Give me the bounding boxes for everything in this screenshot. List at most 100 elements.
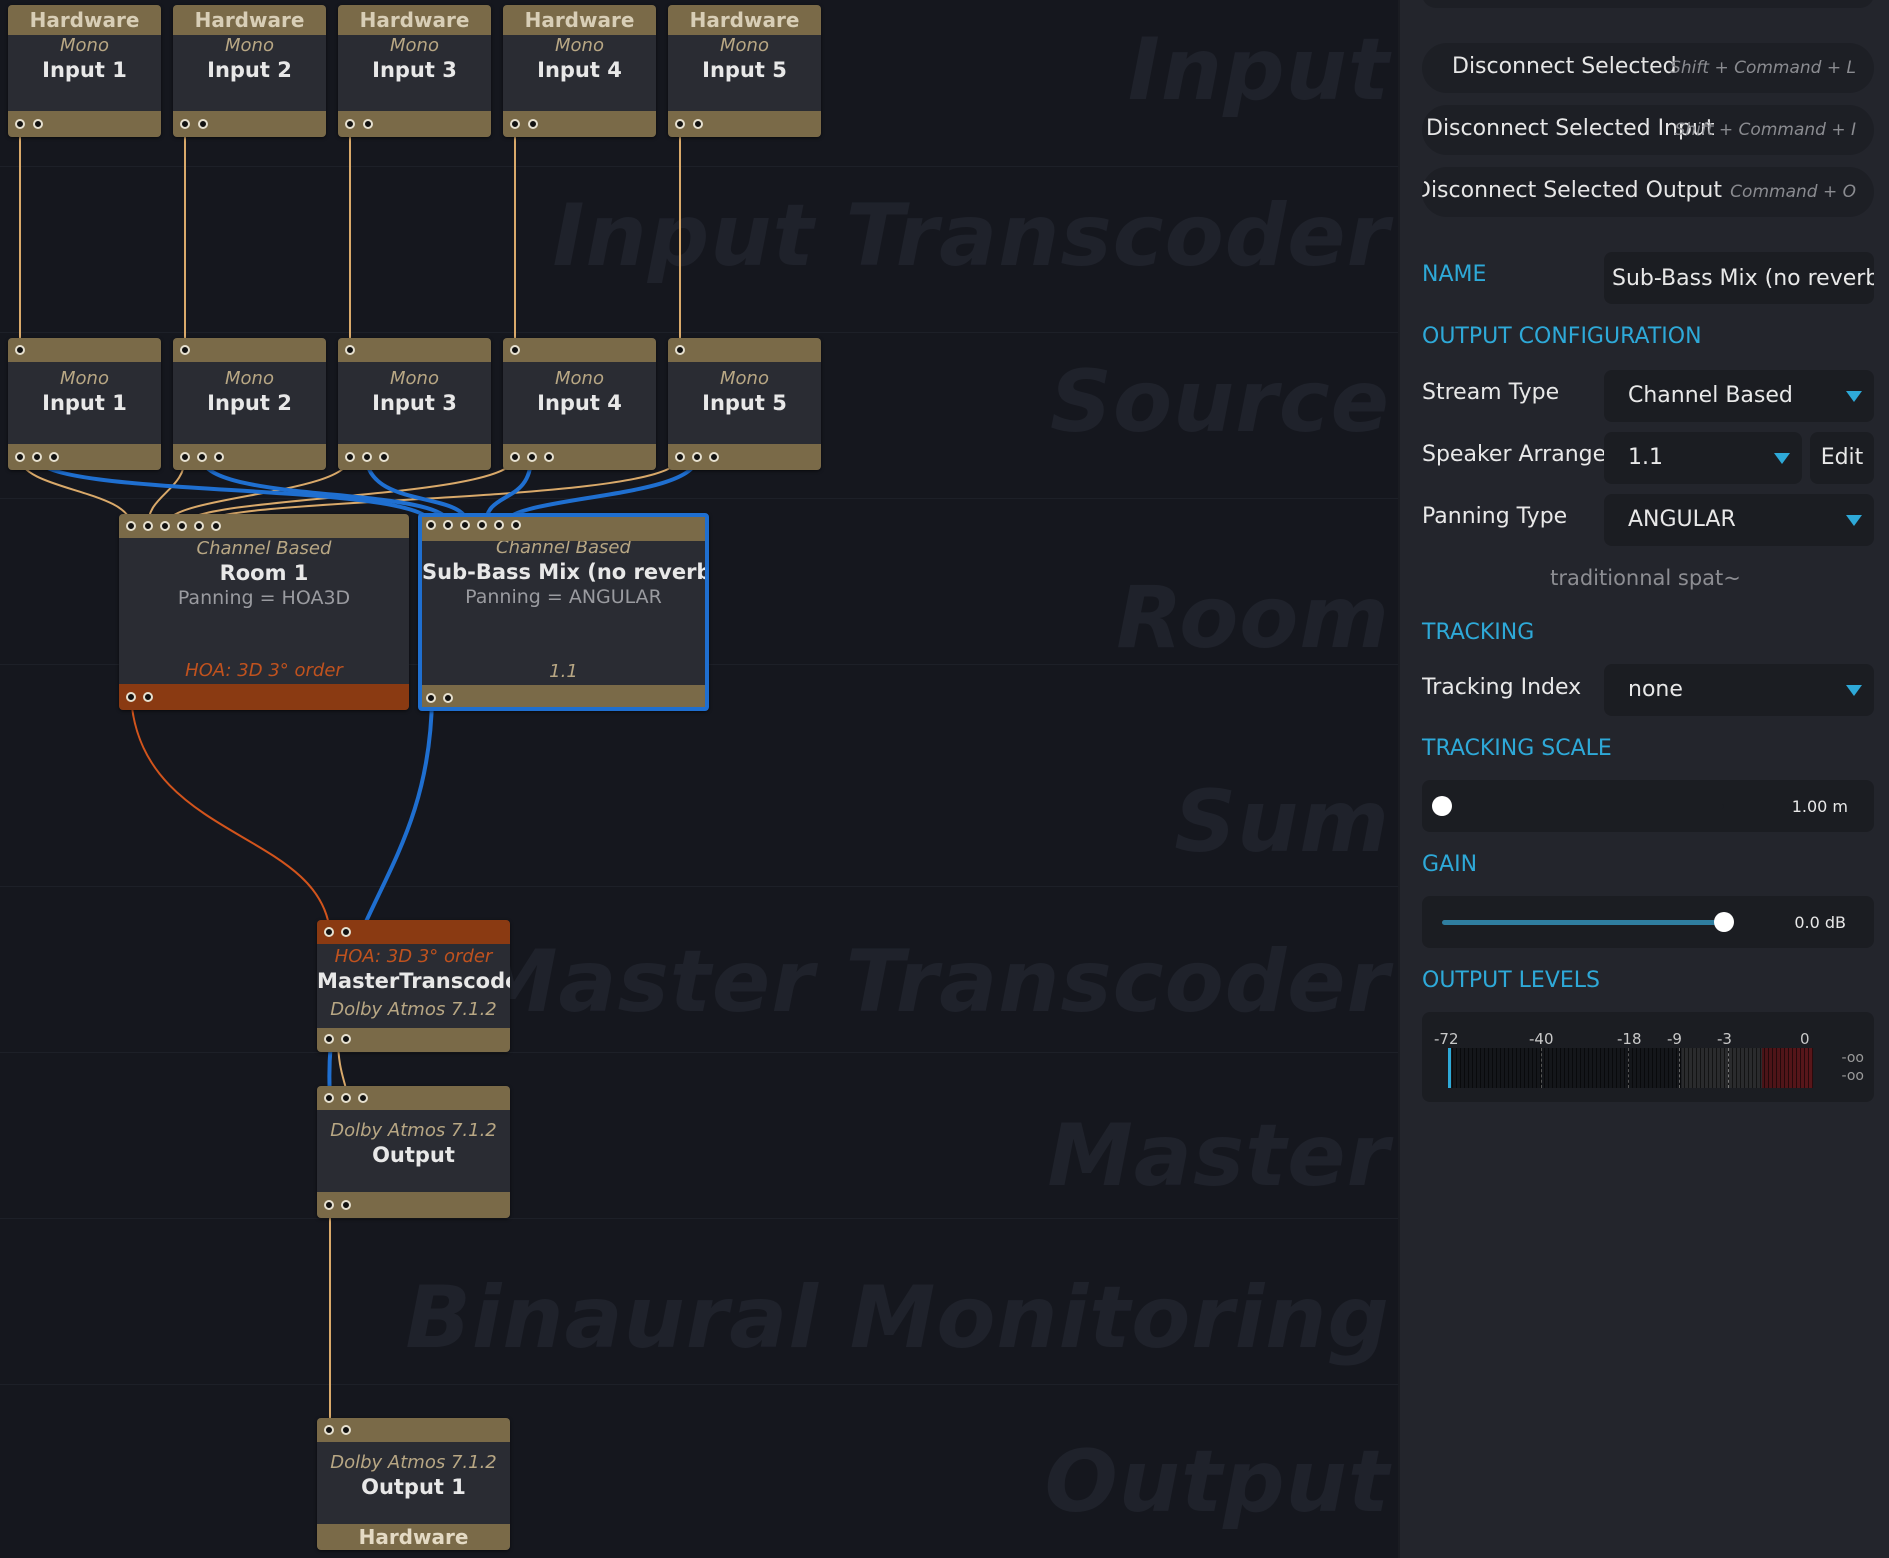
- hardware-input-node-4[interactable]: Hardware Mono Input 4: [503, 5, 656, 137]
- master-output-node[interactable]: Dolby Atmos 7.1.2 Output: [317, 1086, 510, 1218]
- slider-thumb[interactable]: [1432, 796, 1452, 816]
- input-port[interactable]: [510, 345, 520, 355]
- output-port[interactable]: [33, 119, 43, 129]
- slider-fill: [1442, 920, 1724, 925]
- input-port[interactable]: [324, 1425, 334, 1435]
- button-label: Disconnect Selected: [1452, 54, 1677, 79]
- node-footer: [503, 111, 656, 137]
- input-port[interactable]: [341, 927, 351, 937]
- output-port[interactable]: [544, 452, 554, 462]
- output-port[interactable]: [527, 452, 537, 462]
- output-port[interactable]: [345, 452, 355, 462]
- input-port[interactable]: [511, 520, 521, 530]
- input-port[interactable]: [443, 520, 453, 530]
- node-title: MasterTranscoder: [317, 969, 510, 993]
- output-port[interactable]: [180, 119, 190, 129]
- output-port[interactable]: [675, 452, 685, 462]
- disconnect-selected-button[interactable]: Disconnect Selected Shift + Command + L: [1422, 43, 1874, 93]
- hardware-input-node-5[interactable]: Hardware Mono Input 5: [668, 5, 821, 137]
- output-port[interactable]: [49, 452, 59, 462]
- source-node-1[interactable]: Mono Input 1: [8, 338, 161, 470]
- slider-thumb[interactable]: [1714, 912, 1734, 932]
- node-format: Mono: [720, 368, 769, 389]
- output-port[interactable]: [426, 693, 436, 703]
- input-port[interactable]: [358, 1093, 368, 1103]
- input-port[interactable]: [126, 521, 136, 531]
- output-port[interactable]: [32, 452, 42, 462]
- panning-type-label: Panning Type: [1422, 504, 1568, 529]
- output-port[interactable]: [510, 119, 520, 129]
- node-title: Sub-Bass Mix (no reverb): [422, 560, 709, 584]
- output-port[interactable]: [345, 119, 355, 129]
- input-port[interactable]: [15, 345, 25, 355]
- hardware-input-node-2[interactable]: Hardware Mono Input 2: [173, 5, 326, 137]
- node-title: Input 1: [42, 58, 127, 82]
- output-port[interactable]: [197, 452, 207, 462]
- hardware-input-node-3[interactable]: Hardware Mono Input 3: [338, 5, 491, 137]
- input-port[interactable]: [143, 521, 153, 531]
- input-port[interactable]: [341, 1425, 351, 1435]
- output-port[interactable]: [341, 1200, 351, 1210]
- room-node-room-1[interactable]: Channel Based Room 1 Panning = HOA3D HOA…: [119, 514, 409, 710]
- source-node-2[interactable]: Mono Input 2: [173, 338, 326, 470]
- output-port[interactable]: [324, 1034, 334, 1044]
- input-port[interactable]: [477, 520, 487, 530]
- node-input-format: HOA: 3D 3° order: [334, 946, 493, 967]
- source-node-3[interactable]: Mono Input 3: [338, 338, 491, 470]
- output-port[interactable]: [198, 119, 208, 129]
- tracking-index-select[interactable]: none: [1604, 664, 1874, 716]
- output-port[interactable]: [126, 692, 136, 702]
- source-node-4[interactable]: Mono Input 4: [503, 338, 656, 470]
- output-port[interactable]: [692, 452, 702, 462]
- output-port[interactable]: [143, 692, 153, 702]
- output-port[interactable]: [15, 119, 25, 129]
- disconnect-selected-input-button[interactable]: Disconnect Selected Input Shift + Comman…: [1422, 105, 1874, 155]
- input-port[interactable]: [160, 521, 170, 531]
- output-port[interactable]: [510, 452, 520, 462]
- output-port[interactable]: [675, 119, 685, 129]
- input-port[interactable]: [460, 520, 470, 530]
- room-node-sub-bass-mix[interactable]: Channel Based Sub-Bass Mix (no reverb) P…: [418, 513, 709, 711]
- output-port[interactable]: [214, 452, 224, 462]
- input-port[interactable]: [177, 521, 187, 531]
- input-port[interactable]: [194, 521, 204, 531]
- input-port[interactable]: [345, 345, 355, 355]
- output-port[interactable]: [709, 452, 719, 462]
- hardware-input-node-1[interactable]: Hardware Mono Input 1: [8, 5, 161, 137]
- input-port[interactable]: [341, 1093, 351, 1103]
- output-port[interactable]: [15, 452, 25, 462]
- input-port[interactable]: [324, 927, 334, 937]
- disconnect-selected-output-button[interactable]: Disconnect Selected Output Shift + Comma…: [1422, 167, 1874, 217]
- output-levels-section-header: OUTPUT LEVELS: [1422, 968, 1600, 993]
- gain-slider[interactable]: 0.0 dB: [1422, 896, 1874, 948]
- patch-graph-canvas[interactable]: Input Input Transcoder Source Room Sum M…: [0, 0, 1398, 1558]
- output-port[interactable]: [363, 119, 373, 129]
- edit-speaker-arrangement-button[interactable]: Edit: [1810, 432, 1874, 484]
- meter-tick-label: -72: [1434, 1030, 1459, 1048]
- node-panning: Panning = HOA3D: [177, 587, 351, 609]
- speaker-arrangement-select[interactable]: 1.1: [1604, 432, 1802, 484]
- stream-type-select[interactable]: Channel Based: [1604, 370, 1874, 422]
- wire-room1-master-transcoder: [130, 696, 331, 933]
- input-port[interactable]: [180, 345, 190, 355]
- name-field[interactable]: [1604, 252, 1874, 304]
- tracking-scale-slider[interactable]: 1.00 m: [1422, 780, 1874, 832]
- output-port[interactable]: [443, 693, 453, 703]
- output-port[interactable]: [693, 119, 703, 129]
- node-footer: [8, 444, 161, 470]
- output-port[interactable]: [528, 119, 538, 129]
- input-port[interactable]: [211, 521, 221, 531]
- input-port[interactable]: [324, 1093, 334, 1103]
- panning-type-select[interactable]: ANGULAR: [1604, 494, 1874, 546]
- output-port[interactable]: [379, 452, 389, 462]
- source-node-5[interactable]: Mono Input 5: [668, 338, 821, 470]
- input-port[interactable]: [494, 520, 504, 530]
- output-port[interactable]: [324, 1200, 334, 1210]
- output-port[interactable]: [180, 452, 190, 462]
- hardware-output-node[interactable]: Dolby Atmos 7.1.2 Output 1 Hardware: [317, 1418, 510, 1550]
- master-transcoder-node[interactable]: HOA: 3D 3° order MasterTranscoder Dolby …: [317, 920, 510, 1052]
- output-port[interactable]: [341, 1034, 351, 1044]
- output-port[interactable]: [362, 452, 372, 462]
- input-port[interactable]: [426, 520, 436, 530]
- input-port[interactable]: [675, 345, 685, 355]
